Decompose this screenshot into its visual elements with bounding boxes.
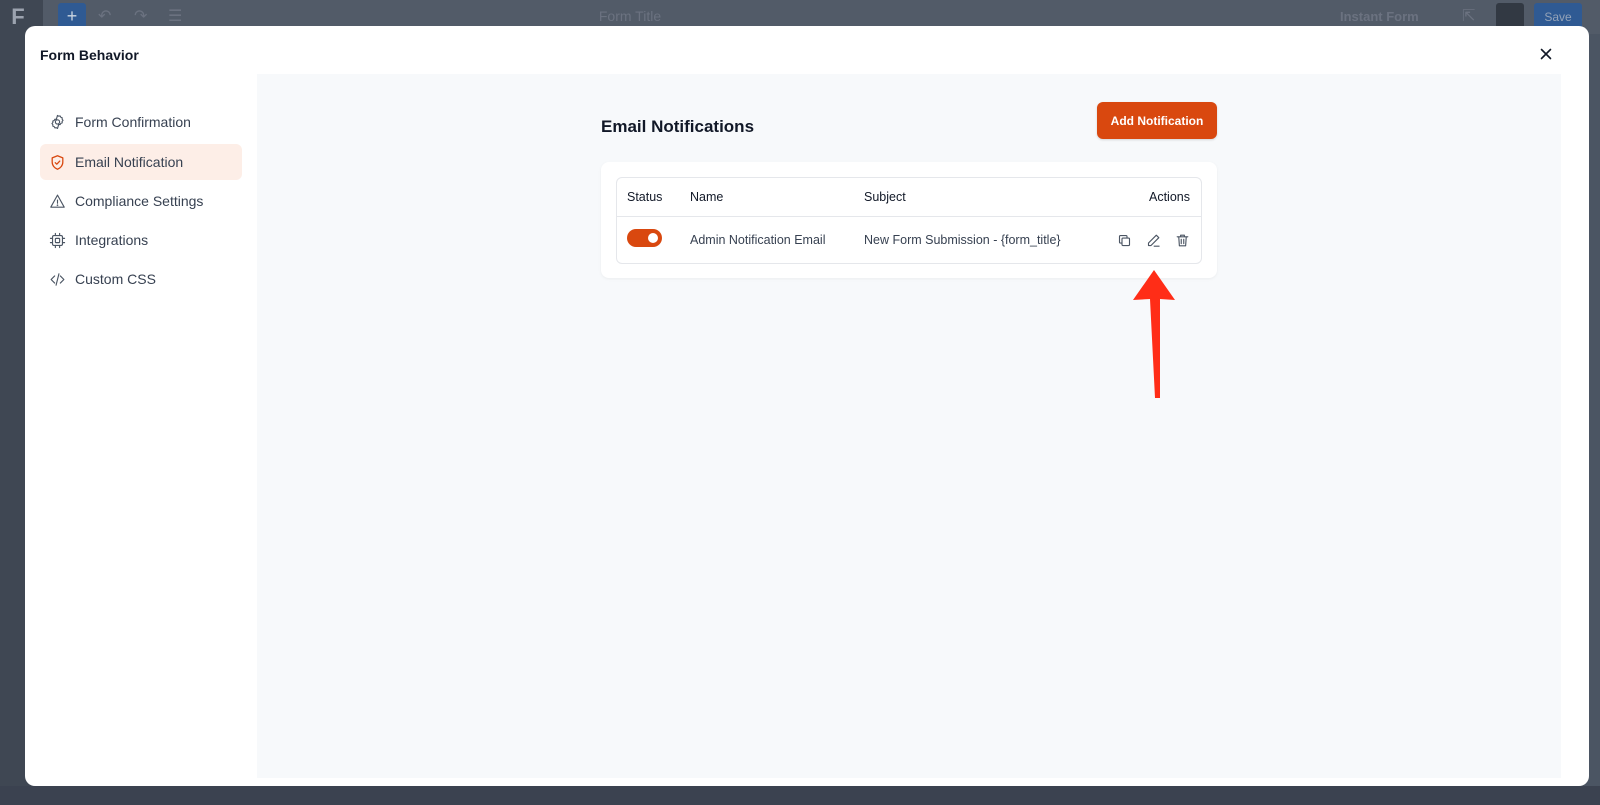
chip-icon [48,231,66,249]
add-notification-button[interactable]: Add Notification [1097,102,1217,139]
modal-title: Form Behavior [40,47,139,63]
sidebar-item-label: Integrations [75,232,149,248]
external-link-icon[interactable]: ⇱ [1462,6,1475,26]
gear-icon [48,113,66,131]
copy-icon [1118,234,1130,246]
main-content: Email Notifications Add Notification Sta… [257,74,1561,778]
sidebar-item-label: Form Confirmation [75,114,191,130]
sidebar-item-compliance-settings[interactable]: Compliance Settings [40,183,242,219]
column-header-name: Name [690,190,724,204]
sidebar-item-label: Compliance Settings [75,193,204,209]
editor-form-title: Form Title [598,8,662,24]
sidebar-item-integrations[interactable]: Integrations [40,222,242,258]
sidebar-item-label: Custom CSS [75,271,156,287]
column-header-actions: Actions [1149,190,1190,204]
settings-sidebar: Form Confirmation Email Notification Com… [25,74,257,786]
pencil-icon [1147,234,1160,247]
editor-footer [0,786,1600,805]
close-button[interactable] [1535,43,1557,65]
notification-name: Admin Notification Email [690,233,826,247]
edit-button[interactable] [1144,231,1162,249]
modal-header: Form Behavior [25,26,1589,74]
sidebar-item-email-notification[interactable]: Email Notification [40,144,242,180]
instant-form-link[interactable]: Instant Form [1340,9,1419,24]
status-toggle[interactable] [627,229,662,247]
column-header-status: Status [627,190,663,204]
column-header-subject: Subject [864,190,906,204]
page-title: Email Notifications [601,117,755,136]
sidebar-item-custom-css[interactable]: Custom CSS [40,261,242,297]
sidebar-item-label: Email Notification [75,154,184,170]
form-behavior-modal: Form Behavior Form Confirmation Email No… [25,26,1589,786]
close-icon [1540,48,1552,60]
notifications-card: Status Name Subject Actions Admin Notifi… [601,162,1217,278]
notifications-table: Status Name Subject Actions Admin Notifi… [616,177,1202,264]
delete-button[interactable] [1173,231,1191,249]
sidebar-item-form-confirmation[interactable]: Form Confirmation [40,104,242,140]
code-icon [48,270,66,288]
notification-subject: New Form Submission - {form_title} [864,233,1061,247]
warning-triangle-icon [48,192,66,210]
annotation-arrow-icon [1133,270,1175,398]
duplicate-button[interactable] [1115,231,1133,249]
toggle-knob [648,233,658,243]
table-header: Status Name Subject Actions [617,178,1201,217]
trash-icon [1176,234,1188,246]
shield-check-icon [48,153,66,171]
